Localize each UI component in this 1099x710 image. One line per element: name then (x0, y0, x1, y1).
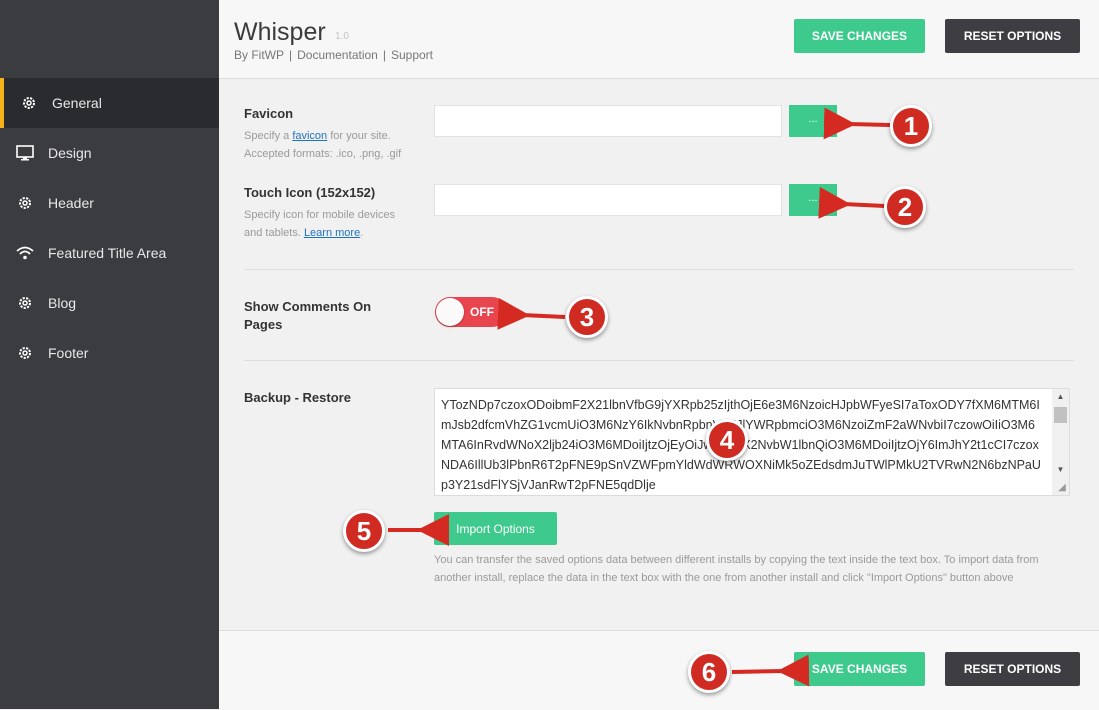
scroll-up-arrow-icon[interactable]: ▲ (1052, 390, 1069, 404)
sidebar-item-label: Design (48, 145, 92, 161)
gear-icon (16, 344, 34, 362)
touch-icon-input[interactable] (434, 184, 782, 216)
favicon-link[interactable]: favicon (292, 130, 327, 142)
sidebar-item-label: Featured Title Area (48, 245, 167, 261)
sidebar-item-label: Blog (48, 295, 77, 311)
scroll-down-arrow-icon[interactable]: ▼ (1052, 463, 1069, 477)
favicon-label: Favicon (244, 106, 294, 121)
documentation-link[interactable]: Documentation (297, 48, 378, 62)
favicon-description: Specify a favicon for your site. Accepte… (244, 130, 402, 160)
reset-options-button[interactable]: RESET OPTIONS (945, 19, 1080, 53)
scroll-thumb[interactable] (1054, 407, 1067, 423)
callout-badge-5: 5 (343, 510, 385, 552)
touch-icon-description: Specify icon for mobile devices and tabl… (244, 209, 396, 239)
sidebar-item-design[interactable]: Design (0, 128, 219, 178)
sidebar-item-label: Header (48, 195, 94, 211)
sidebar-item-footer[interactable]: Footer (0, 328, 219, 378)
show-comments-toggle[interactable]: OFF (435, 297, 507, 327)
author-link[interactable]: By FitWP (234, 48, 284, 62)
sidebar-item-featured-title-area[interactable]: Featured Title Area (0, 228, 219, 278)
page-footer: SAVE CHANGES RESET OPTIONS (219, 630, 1099, 710)
separator: | (289, 48, 293, 62)
callout-badge-3: 3 (566, 296, 608, 338)
page-title: Whisper (234, 18, 326, 46)
gear-icon (16, 194, 34, 212)
learn-more-link[interactable]: Learn more (304, 227, 360, 239)
footer-save-changes-button[interactable]: SAVE CHANGES (794, 652, 925, 686)
sidebar-item-label: Footer (48, 345, 89, 361)
toggle-state-label: OFF (470, 305, 494, 319)
page-header: Whisper 1.0 By FitWP | Documentation | Suppo… (219, 0, 1099, 79)
show-comments-label: Show Comments On Pages (244, 299, 372, 332)
favicon-browse-button[interactable]: ... (789, 105, 837, 137)
gear-icon (16, 294, 34, 312)
footer-reset-options-button[interactable]: RESET OPTIONS (945, 652, 1080, 686)
separator: | (382, 48, 386, 62)
sidebar-item-header[interactable]: Header (0, 178, 219, 228)
import-options-button[interactable]: Import Options (434, 512, 557, 545)
touch-icon-browse-button[interactable]: ... (789, 184, 837, 216)
sidebar: General Design Header Featured Title Are… (0, 0, 219, 709)
divider (244, 360, 1074, 361)
toggle-knob (436, 298, 464, 326)
sidebar-item-general[interactable]: General (0, 78, 219, 128)
monitor-icon (16, 144, 34, 162)
callout-badge-6: 6 (688, 651, 730, 693)
support-link[interactable]: Support (391, 48, 433, 62)
backup-textarea[interactable]: YTozNDp7czoxODoibmF2X21lbnVfbG9jYXRpb25z… (434, 388, 1070, 496)
sidebar-item-blog[interactable]: Blog (0, 278, 219, 328)
gear-icon (20, 94, 38, 112)
wifi-icon (16, 244, 34, 262)
sidebar-item-label: General (52, 95, 102, 111)
favicon-input[interactable] (434, 105, 782, 137)
callout-badge-4: 4 (706, 419, 748, 461)
backup-restore-label: Backup - Restore (244, 390, 351, 405)
divider (244, 269, 1074, 270)
version-label: 1.0 (335, 31, 349, 42)
header-links: By FitWP | Documentation | Support (234, 48, 438, 62)
resize-handle-icon[interactable]: ◢ (1055, 481, 1069, 495)
touch-icon-label: Touch Icon (152x152) (244, 185, 376, 200)
backup-help-text: You can transfer the saved options data … (434, 554, 1039, 584)
save-changes-button[interactable]: SAVE CHANGES (794, 19, 925, 53)
callout-badge-2: 2 (884, 186, 926, 228)
callout-badge-1: 1 (890, 105, 932, 147)
textarea-scrollbar[interactable]: ▲ ▼ (1052, 389, 1069, 495)
